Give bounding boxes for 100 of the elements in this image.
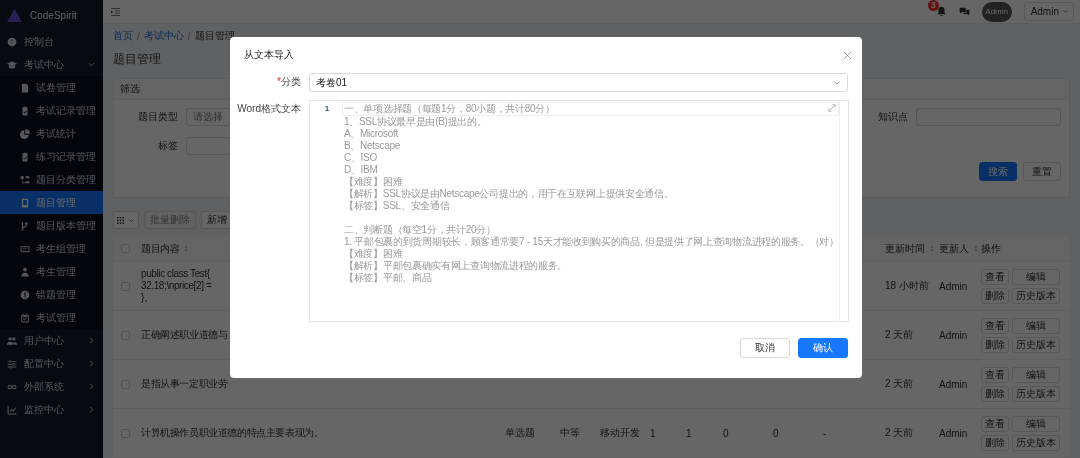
editor-text-line: 【标签】平邮、商品 (344, 272, 433, 284)
graduation-cap-icon (7, 59, 17, 70)
sidebar-subitem[interactable]: 错题管理 (0, 283, 103, 306)
column-header[interactable]: 更新人 (939, 241, 978, 256)
question-text: public class Test{ (141, 268, 210, 280)
editor-text-line: 【解析】平邮包裹确实有网上查询物流进程的服务。 (344, 260, 569, 272)
expand-icon[interactable] (827, 104, 836, 112)
app-name: CodeSpirit (30, 9, 77, 21)
hierarchy-icon (20, 174, 30, 185)
confirm-button[interactable]: 确认 (798, 338, 848, 358)
editor-text-line: D、IBM (344, 164, 379, 176)
row-action-button[interactable]: 历史版本 (1012, 434, 1060, 451)
chat-bubbles-icon[interactable] (958, 6, 970, 17)
row-action-button[interactable]: 历史版本 (1012, 385, 1060, 402)
column-header[interactable]: 更新时间 (885, 241, 934, 256)
book-icon (20, 197, 30, 208)
question-text: 正确阐述职业道德与 (141, 329, 228, 341)
editor-text-line: C、ISO (344, 152, 378, 164)
sidebar-subitem[interactable]: 考生组管理 (0, 237, 103, 260)
editor-text-line: 【难度】困难 (344, 176, 404, 188)
updated-time: 18 小时前 (885, 280, 929, 291)
grid-icon (117, 216, 124, 224)
row-action-button[interactable]: 删除 (981, 336, 1009, 353)
sidebar-subitem[interactable]: 试卷管理 (0, 76, 103, 99)
row-action-button[interactable]: 历史版本 (1012, 287, 1060, 304)
category-select[interactable]: 考卷01 (309, 73, 848, 92)
document-icon (20, 82, 30, 93)
close-icon[interactable] (843, 51, 852, 60)
breadcrumb-item[interactable]: 考试中心 (143, 29, 184, 43)
row-action-button[interactable]: 删除 (981, 434, 1009, 451)
field-label: 标签 (157, 139, 178, 153)
row-action-button[interactable]: 删除 (981, 385, 1009, 402)
table-cell-text: 单选题 (505, 426, 536, 440)
row-action-button[interactable]: 查看 (981, 268, 1009, 285)
calendar-icon (20, 312, 30, 323)
bell-icon[interactable] (935, 6, 947, 17)
column-header[interactable]: 题目内容 (141, 242, 189, 255)
editor-text-line: B、Netscape (344, 140, 401, 152)
dialog-title: 从文本导入 (244, 48, 294, 62)
editor-text-line: 【难度】困难 (344, 248, 404, 260)
row-action-button[interactable]: 查看 (981, 366, 1009, 383)
menu-fold-icon[interactable] (111, 7, 120, 16)
row-action-button[interactable]: 编辑 (1012, 415, 1060, 432)
sidebar-item[interactable]: 外部系统 (0, 375, 103, 398)
column-header[interactable]: 操作 (981, 241, 1001, 256)
row-action-button[interactable]: 删除 (981, 287, 1009, 304)
sidebar-subitem[interactable]: 题目分类管理 (0, 168, 103, 191)
editor-text-line: 【解析】SSL协议是由Netscape公司提出的，用于在互联网上提供安全通信。 (344, 188, 675, 200)
breadcrumb-separator: / (137, 30, 140, 42)
row-action-button[interactable]: 查看 (981, 317, 1009, 334)
add-button[interactable]: 新增 (201, 211, 233, 229)
cancel-button[interactable]: 取消 (740, 338, 790, 358)
table-cell-text: 1 (686, 427, 693, 439)
row-action-button[interactable]: 编辑 (1012, 268, 1060, 285)
editor-text-line: 1. 平邮包裹的到货周期较长，顾客通常要7 - 15天才能收到购买的商品, 但是提供了网上查询物流进程的服务。（对） (344, 236, 839, 248)
question-text: }。 (141, 292, 154, 304)
breadcrumb-item[interactable]: 首页 (113, 29, 133, 43)
table-cell-text: 1 (650, 427, 657, 439)
sidebar-subitem[interactable]: 考生管理 (0, 260, 103, 283)
updater-name: Admin (939, 329, 968, 341)
sidebar-subitem[interactable]: 练习记录管理 (0, 145, 103, 168)
caret-icon (128, 216, 135, 224)
search-button[interactable]: 搜索 (979, 162, 1017, 181)
pie-chart-icon (20, 128, 30, 139)
sidebar-subitem[interactable]: 考试管理 (0, 306, 103, 329)
sidebar-item[interactable]: 考试中心 (0, 53, 103, 76)
code-editor[interactable] (309, 100, 849, 322)
users-icon (7, 335, 17, 346)
sliders-icon (7, 358, 17, 369)
line-chart-icon (7, 404, 17, 415)
sidebar-item[interactable]: 控制台 (0, 30, 103, 53)
sidebar-item[interactable]: 监控中心 (0, 398, 103, 421)
row-action-button[interactable]: 编辑 (1012, 317, 1060, 334)
caret-icon (1062, 8, 1069, 15)
gauge-icon (7, 36, 17, 47)
question-text: 32.18;\nprice[2] = (141, 280, 212, 292)
table-cell-text: 移动开发 (600, 426, 641, 440)
user-dropdown[interactable]: Admin (1023, 2, 1074, 21)
sidebar-subitem[interactable]: 考试统计 (0, 122, 103, 145)
sidebar-subitem[interactable]: 考试记录管理 (0, 99, 103, 122)
editor-text-line: 【标签】SSL、安全通信 (344, 200, 451, 212)
line-number: 1 (324, 104, 330, 113)
sidebar-subitem[interactable]: 题目版本管理 (0, 214, 103, 237)
reset-button[interactable]: 重置 (1023, 162, 1061, 181)
question-text: 计算机操作员职业道德的特点主要表现为。 (141, 427, 324, 439)
id-card-icon (20, 243, 30, 254)
editor-text-line: 1、SSL协议最早是由(B)提出的。 (344, 116, 488, 128)
sidebar-subitem[interactable]: 题目管理 (0, 191, 103, 214)
updated-time: 2 天前 (885, 427, 914, 438)
updater-name: Admin (939, 378, 968, 390)
row-action-button[interactable]: 编辑 (1012, 366, 1060, 383)
updated-time: 2 天前 (885, 329, 914, 340)
column-settings-button[interactable] (113, 211, 139, 229)
sidebar-item[interactable]: 用户中心 (0, 329, 103, 352)
row-action-button[interactable]: 历史版本 (1012, 336, 1060, 353)
row-action-button[interactable]: 查看 (981, 415, 1009, 432)
updated-time: 2 天前 (885, 378, 914, 389)
input-field[interactable] (186, 137, 231, 155)
branch-icon (20, 220, 30, 231)
field-label: 知识点 (878, 110, 908, 124)
